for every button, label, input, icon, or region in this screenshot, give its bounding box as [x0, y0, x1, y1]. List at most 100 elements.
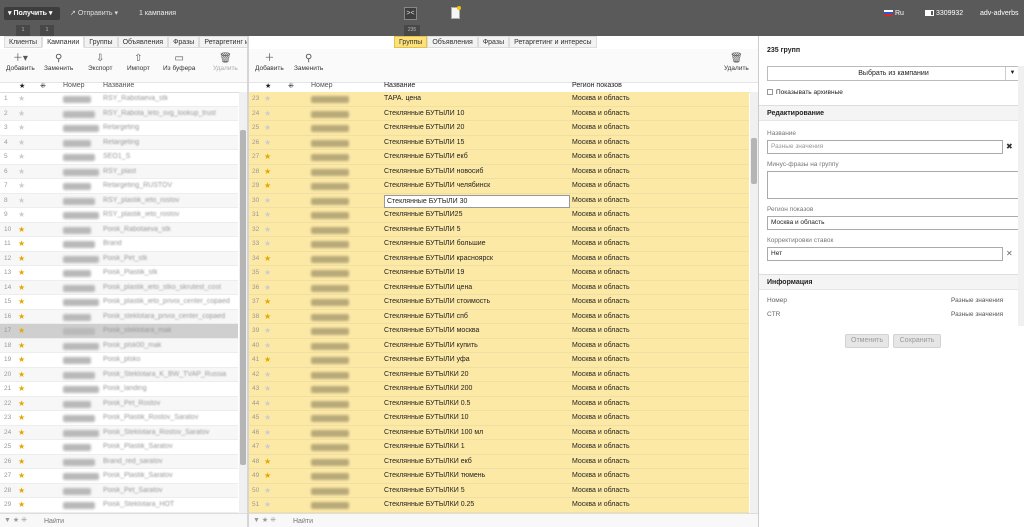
favorite-star-icon[interactable]: ★: [264, 266, 271, 280]
favorite-star-icon[interactable]: ★: [18, 266, 25, 280]
header-name[interactable]: Название: [384, 82, 415, 89]
table-row[interactable]: 28 ★ Poisk_Pet_Saratov: [0, 483, 238, 498]
table-row[interactable]: 21 ★ Poisk_landing: [0, 382, 238, 397]
star-column-icon[interactable]: ★: [265, 82, 271, 90]
table-row[interactable]: 28 ★ Стеклянные БУТЫЛИ новосиб Москва и обл…: [249, 164, 749, 179]
table-row[interactable]: 35 ★ Стеклянные БУТЫЛИ 19 Москва и область: [249, 266, 749, 281]
show-archived-checkbox[interactable]: Показывать архивные: [767, 89, 843, 97]
name-input[interactable]: Разные значения: [767, 140, 1003, 154]
table-row[interactable]: 22 ★ Poisk_Pet_Rostov: [0, 396, 238, 411]
table-row[interactable]: 50 ★ Стеклянные БУТЫЛКИ 5 Москва и область: [249, 483, 749, 498]
group-name[interactable]: Стеклянные БУТЫЛКИ 200: [384, 382, 472, 396]
favorite-star-icon[interactable]: ★: [18, 92, 25, 106]
favorite-star-icon[interactable]: ★: [264, 397, 271, 411]
delete-button[interactable]: 🗑 Удалить: [213, 53, 238, 72]
select-from-campaign-button[interactable]: Выбрать из кампании ▼: [767, 66, 1020, 81]
export-button[interactable]: ⇩ Экспорт: [88, 53, 112, 72]
star-column-icon[interactable]: ★: [19, 82, 25, 90]
group-name[interactable]: Стеклянные БУТЫЛИ большие: [384, 237, 486, 251]
favorite-star-icon[interactable]: ★: [264, 295, 271, 309]
mid-add-button[interactable]: ＋ Добавить: [255, 53, 284, 72]
favorite-star-icon[interactable]: ★: [18, 324, 25, 338]
bid-adjustments-input[interactable]: Нет: [767, 247, 1003, 261]
favorite-star-icon[interactable]: ★: [18, 165, 25, 179]
favorite-star-icon[interactable]: ★: [264, 237, 271, 251]
favorite-star-icon[interactable]: ★: [18, 150, 25, 164]
table-row[interactable]: 26 ★ Brand_red_saratov: [0, 454, 238, 469]
favorite-star-icon[interactable]: ★: [18, 411, 25, 425]
table-row[interactable]: 47 ★ Стеклянные БУТЫЛКИ 1 Москва и область: [249, 440, 749, 455]
from-clipboard-button[interactable]: ▭ Из буфера: [163, 53, 195, 72]
group-name[interactable]: Стеклянные БУТЫЛИ 19: [384, 266, 464, 280]
group-name[interactable]: Стеклянные БУТЫЛИ москва: [384, 324, 479, 338]
favorite-star-icon[interactable]: ★: [18, 136, 25, 150]
table-row[interactable]: 8 ★ RSY_plastik_ieto_rostov: [0, 193, 238, 208]
group-name[interactable]: Стеклянные БУТЫЛИ 15: [384, 136, 464, 150]
group-name[interactable]: Стеклянные БУТЫЛКИ тюмень: [384, 469, 485, 483]
table-row[interactable]: 29 ★ Poisk_Steklotara_HOT: [0, 498, 238, 513]
table-row[interactable]: 30 ★ Стеклянные БУТЫЛИ 30 Москва и область: [249, 193, 749, 208]
favorite-star-icon[interactable]: ★: [18, 237, 25, 251]
table-row[interactable]: 24 ★ Стеклянные БУТЫЛИ 10 Москва и область: [249, 106, 749, 121]
favorite-star-icon[interactable]: ★: [264, 411, 271, 425]
table-row[interactable]: 34 ★ Стеклянные БУТЫЛИ красноярск Москва и …: [249, 251, 749, 266]
save-button[interactable]: Сохранить: [893, 334, 941, 348]
tab-clients[interactable]: Клиенты: [4, 36, 43, 48]
favorite-star-icon[interactable]: ★: [264, 92, 271, 106]
table-row[interactable]: 13 ★ Poisk_Plastik_stk: [0, 266, 238, 281]
minus-phrases-textarea[interactable]: [767, 171, 1020, 199]
group-name[interactable]: Стеклянные БУТЫЛИ спб: [384, 310, 468, 324]
group-name[interactable]: Стеклянные БУТЫЛИ новосиб: [384, 165, 483, 179]
favorite-star-icon[interactable]: ★: [264, 281, 271, 295]
group-name[interactable]: Стеклянные БУТЫЛКИ 5: [384, 484, 465, 498]
replace-button[interactable]: ⚲ Заменить: [44, 53, 73, 72]
table-row[interactable]: 41 ★ Стеклянные БУТЫЛИ уфа Москва и область: [249, 353, 749, 368]
favorite-star-icon[interactable]: ★: [18, 179, 25, 193]
table-row[interactable]: 15 ★ Poisk_plastik_ieto_privoi_center_copa…: [0, 295, 238, 310]
table-row[interactable]: 46 ★ Стеклянные БУТЫЛКИ 100 мл Москва и обл…: [249, 425, 749, 440]
group-name[interactable]: Стеклянные БУТЫЛКИ 20: [384, 368, 468, 382]
table-row[interactable]: 19 ★ Poisk_plsko: [0, 353, 238, 368]
favorite-star-icon[interactable]: ★: [264, 194, 271, 208]
group-name[interactable]: Стеклянные БУТЫЛКИ 10: [384, 411, 468, 425]
notes-icon[interactable]: [451, 6, 461, 19]
table-row[interactable]: 26 ★ Стеклянные БУТЫЛИ 15 Москва и область: [249, 135, 749, 150]
table-row[interactable]: 24 ★ Poisk_Steklotara_Rostov_Saratov: [0, 425, 238, 440]
group-name[interactable]: Стеклянные БУТЫЛИ красноярск: [384, 252, 493, 266]
table-row[interactable]: 23 ★ ТАРА. цена Москва и область: [249, 92, 749, 107]
tab-retargeting[interactable]: Ретаргетинг и интересы: [199, 36, 247, 48]
group-name[interactable]: Стеклянные БУТЫЛИ 5: [384, 223, 461, 237]
favorite-star-icon[interactable]: ★: [264, 310, 271, 324]
filter-icons[interactable]: ▼ ★ ⁜: [4, 516, 27, 524]
table-row[interactable]: 42 ★ Стеклянные БУТЫЛКИ 20 Москва и область: [249, 367, 749, 382]
table-row[interactable]: 6 ★ RSY_plast: [0, 164, 238, 179]
mid-scroll-thumb[interactable]: [751, 138, 757, 184]
favorite-star-icon[interactable]: ★: [264, 426, 271, 440]
group-name[interactable]: Стеклянные БУТЫЛИ стоимость: [384, 295, 490, 309]
table-row[interactable]: 31 ★ Стеклянные БУТЫЛИ25 Москва и область: [249, 208, 749, 223]
favorite-star-icon[interactable]: ★: [18, 426, 25, 440]
left-search-input[interactable]: [44, 516, 241, 526]
table-row[interactable]: 25 ★ Стеклянные БУТЫЛИ 20 Москва и область: [249, 121, 749, 136]
favorite-star-icon[interactable]: ★: [18, 484, 25, 498]
favorite-star-icon[interactable]: ★: [18, 440, 25, 454]
tab-phrases[interactable]: Фразы: [168, 36, 200, 48]
table-row[interactable]: 39 ★ Стеклянные БУТЫЛИ москва Москва и обла…: [249, 324, 749, 339]
table-row[interactable]: 23 ★ Poisk_Plastik_Rostov_Saratov: [0, 411, 238, 426]
favorite-star-icon[interactable]: ★: [18, 469, 25, 483]
group-name[interactable]: Стеклянные БУТЫЛИ25: [384, 208, 462, 222]
favorite-star-icon[interactable]: ★: [264, 107, 271, 121]
table-row[interactable]: 20 ★ Poisk_Steklotara_K_BW_TVAP_Russia: [0, 367, 238, 382]
tab-ads[interactable]: Объявления: [117, 36, 169, 48]
table-row[interactable]: 48 ★ Стеклянные БУТЫЛКИ екб Москва и област…: [249, 454, 749, 469]
favorite-star-icon[interactable]: ★: [18, 455, 25, 469]
table-row[interactable]: 2 ★ RSY_Rabota_leto_svg_lookup_trust: [0, 106, 238, 121]
favorite-star-icon[interactable]: ★: [18, 223, 25, 237]
favorite-star-icon[interactable]: ★: [264, 484, 271, 498]
table-row[interactable]: 43 ★ Стеклянные БУТЫЛКИ 200 Москва и област…: [249, 382, 749, 397]
header-region[interactable]: Регион показов: [572, 82, 622, 89]
mid-scrollbar[interactable]: [750, 92, 758, 513]
table-row[interactable]: 25 ★ Poisk_Plastik_Saratov: [0, 440, 238, 455]
table-row[interactable]: 51 ★ Стеклянные БУТЫЛКИ 0.25 Москва и облас…: [249, 498, 749, 513]
group-name[interactable]: Стеклянные БУТЫЛКИ 0.25: [384, 498, 474, 512]
